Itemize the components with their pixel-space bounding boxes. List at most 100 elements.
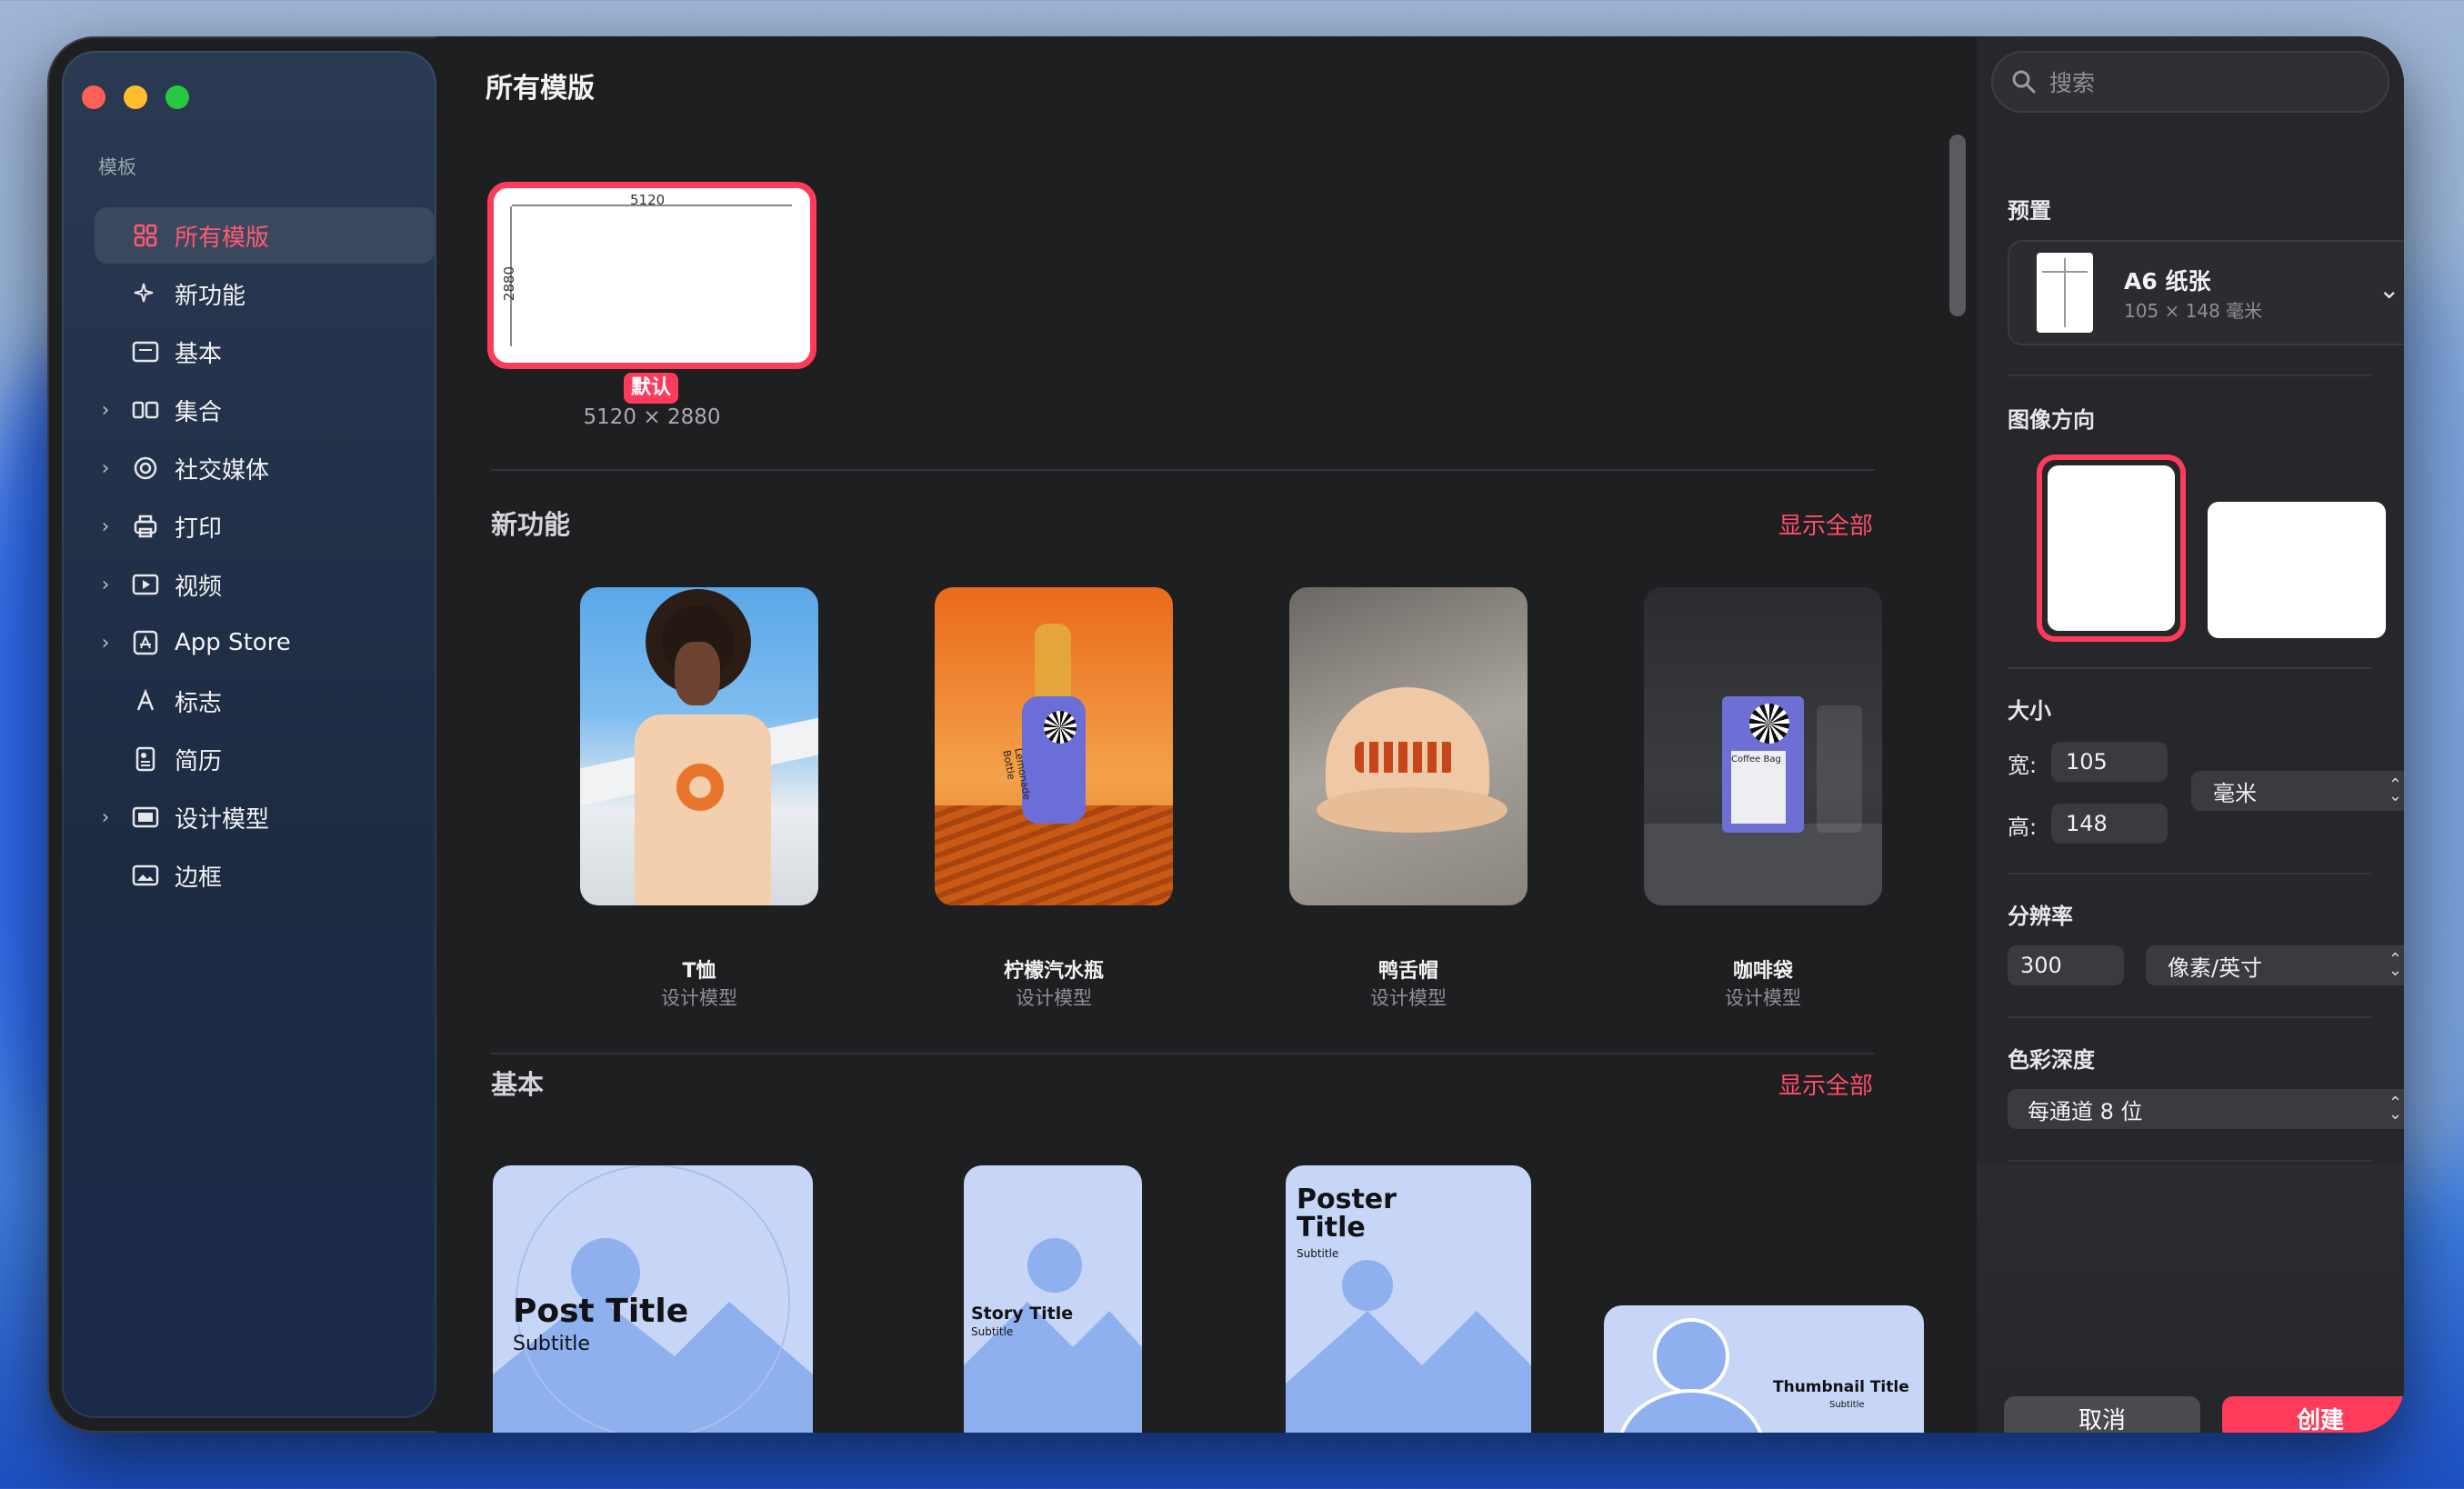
poster-subtitle-text: Subtitle: [1297, 1247, 1339, 1260]
sidebar-item-6[interactable]: › 视频: [95, 556, 435, 613]
card-subtitle: 设计模型: [1016, 987, 1092, 1009]
sidebar-item-3[interactable]: › 集合: [95, 382, 435, 438]
page-title: 所有模版: [486, 73, 595, 105]
card-title: 柠檬汽水瓶: [1003, 960, 1104, 983]
thumbnail-template-thumbnail[interactable]: Thumbnail Title Subtitle: [1604, 1305, 1924, 1433]
sidebar-item-label: App Store: [175, 629, 291, 656]
sparkle-icon: [131, 279, 160, 308]
search-field[interactable]: 搜索: [1991, 51, 2389, 113]
default-template-card[interactable]: 5120 2880: [487, 182, 816, 369]
coffee-bag: Coffee Bag: [1722, 696, 1804, 833]
at-icon: [131, 454, 160, 483]
chevron-right-icon[interactable]: ›: [96, 574, 115, 596]
close-window-button[interactable]: [82, 85, 105, 109]
sidebar-item-label: 所有模版: [175, 224, 270, 252]
panel-divider: [2008, 1160, 2371, 1162]
resolution-input[interactable]: 300: [2008, 945, 2124, 985]
post-template-thumbnail[interactable]: Post Title Subtitle: [493, 1165, 813, 1433]
color-depth-label: 色彩深度: [2008, 1047, 2095, 1073]
preset-dropdown[interactable]: A6 纸张 105 × 148 毫米 ⌄: [2008, 240, 2404, 345]
resolution-value: 300: [2020, 953, 2062, 978]
sidebar-item-label: 基本: [175, 340, 223, 368]
person-placeholder-icon: [1619, 1318, 1763, 1433]
story-template-thumbnail[interactable]: Story Title Subtitle: [964, 1165, 1142, 1433]
sidebar-item-label: 边框: [175, 864, 223, 892]
landscape-orientation-button[interactable]: [2208, 502, 2386, 638]
show-all-basic-button[interactable]: 显示全部: [1778, 1067, 1873, 1101]
bottle-neck: [1035, 624, 1071, 705]
zoom-window-button[interactable]: [165, 85, 189, 109]
resolution-unit-select[interactable]: 像素/英寸 ⌃ ⌄: [2146, 945, 2404, 985]
sidebar-item-11[interactable]: 边框: [95, 847, 435, 904]
sidebar-item-5[interactable]: › 打印: [95, 498, 435, 555]
sidebar-item-7[interactable]: › App Store: [95, 615, 435, 671]
search-icon: [2012, 70, 2036, 94]
stepper-arrows-icon: ⌃ ⌄: [2388, 775, 2402, 805]
collection-icon: [131, 395, 160, 425]
panel-divider: [2008, 873, 2371, 874]
preset-name: A6 纸张: [2124, 268, 2211, 295]
chevron-right-icon[interactable]: ›: [96, 806, 115, 829]
chevron-down-icon: ⌄: [2379, 275, 2400, 305]
chevron-right-icon[interactable]: ›: [96, 457, 115, 480]
show-all-new-button[interactable]: 显示全部: [1778, 507, 1873, 541]
sidebar-item-8[interactable]: 标志: [95, 673, 435, 729]
scrollbar-thumb[interactable]: [1949, 135, 1966, 316]
section-divider: [491, 1053, 1875, 1054]
tshirt-print: [664, 751, 736, 824]
template-gallery: 所有模版 5120 2880 默认 5120 × 2880 新功能 显示全部 T…: [436, 36, 1977, 1433]
sidebar-item-9[interactable]: 简历: [95, 731, 435, 787]
bottle-body: Lemonade Bottle: [1000, 696, 1086, 824]
lemonade-bottle-mockup-thumbnail[interactable]: Lemonade Bottle: [935, 587, 1173, 905]
default-size-label: 5120 × 2880: [583, 405, 721, 429]
coffee-bag-mockup-thumbnail[interactable]: Coffee Bag: [1644, 587, 1882, 905]
sidebar-item-label: 视频: [175, 573, 223, 601]
orientation-label: 图像方向: [2008, 407, 2095, 433]
width-dimension-label: 5120: [630, 192, 666, 208]
sidebar-item-4[interactable]: › 社交媒体: [95, 440, 435, 496]
chevron-right-icon[interactable]: ›: [96, 399, 115, 422]
sidebar-item-1[interactable]: 新功能: [95, 265, 435, 322]
poster-template-thumbnail[interactable]: Poster Title Subtitle: [1286, 1165, 1531, 1433]
width-label: 宽:: [2008, 753, 2038, 778]
thumbnail-subtitle-text: Subtitle: [1829, 1400, 1865, 1410]
create-button[interactable]: 创建: [2222, 1396, 2404, 1433]
frame-icon: [131, 861, 160, 890]
height-input[interactable]: 148: [2051, 804, 2168, 844]
video-icon: [131, 570, 160, 599]
chevron-right-icon[interactable]: ›: [96, 632, 115, 655]
cap-mockup-thumbnail[interactable]: [1289, 587, 1527, 905]
sidebar-item-label: 简历: [175, 747, 223, 775]
height-value: 148: [2066, 811, 2108, 836]
unit-select[interactable]: 毫米 ⌃ ⌄: [2191, 771, 2404, 811]
card-title: 咖啡袋: [1732, 960, 1793, 983]
chevron-right-icon[interactable]: ›: [96, 515, 115, 538]
cap-print: [1355, 742, 1455, 773]
portrait-orientation-button[interactable]: [2037, 455, 2186, 642]
color-depth-select[interactable]: 每通道 8 位 ⌃ ⌄: [2008, 1089, 2404, 1129]
scrollbar[interactable]: [1949, 135, 1966, 1433]
sidebar-item-10[interactable]: › 设计模型: [95, 789, 435, 845]
glass: [1817, 705, 1862, 833]
stepper-arrows-icon: ⌃ ⌄: [2388, 1094, 2402, 1124]
height-label: 高:: [2008, 814, 2038, 840]
panel-divider: [2008, 1016, 2371, 1018]
minimize-window-button[interactable]: [124, 85, 147, 109]
card-subtitle: 设计模型: [1370, 987, 1447, 1009]
cancel-button[interactable]: 取消: [2004, 1396, 2200, 1433]
coffee-bag-label-text: Coffee Bag: [1731, 754, 1781, 764]
mockup-icon: [131, 803, 160, 832]
document-icon: [131, 337, 160, 366]
grid-icon: [131, 221, 160, 250]
sidebar-item-2[interactable]: 基本: [95, 324, 435, 380]
resume-icon: [131, 744, 160, 774]
paper-preview-icon: [2037, 253, 2093, 333]
post-subtitle-text: Subtitle: [513, 1333, 590, 1355]
unit-value: 毫米: [2213, 780, 2257, 806]
panel-blur-area: [1977, 1164, 2404, 1433]
default-badge: 默认: [624, 373, 679, 404]
tshirt-mockup-thumbnail[interactable]: [580, 587, 818, 905]
sidebar-item-0[interactable]: 所有模版: [95, 207, 435, 264]
letter-a-icon: [131, 686, 160, 715]
width-input[interactable]: 105: [2051, 742, 2168, 782]
